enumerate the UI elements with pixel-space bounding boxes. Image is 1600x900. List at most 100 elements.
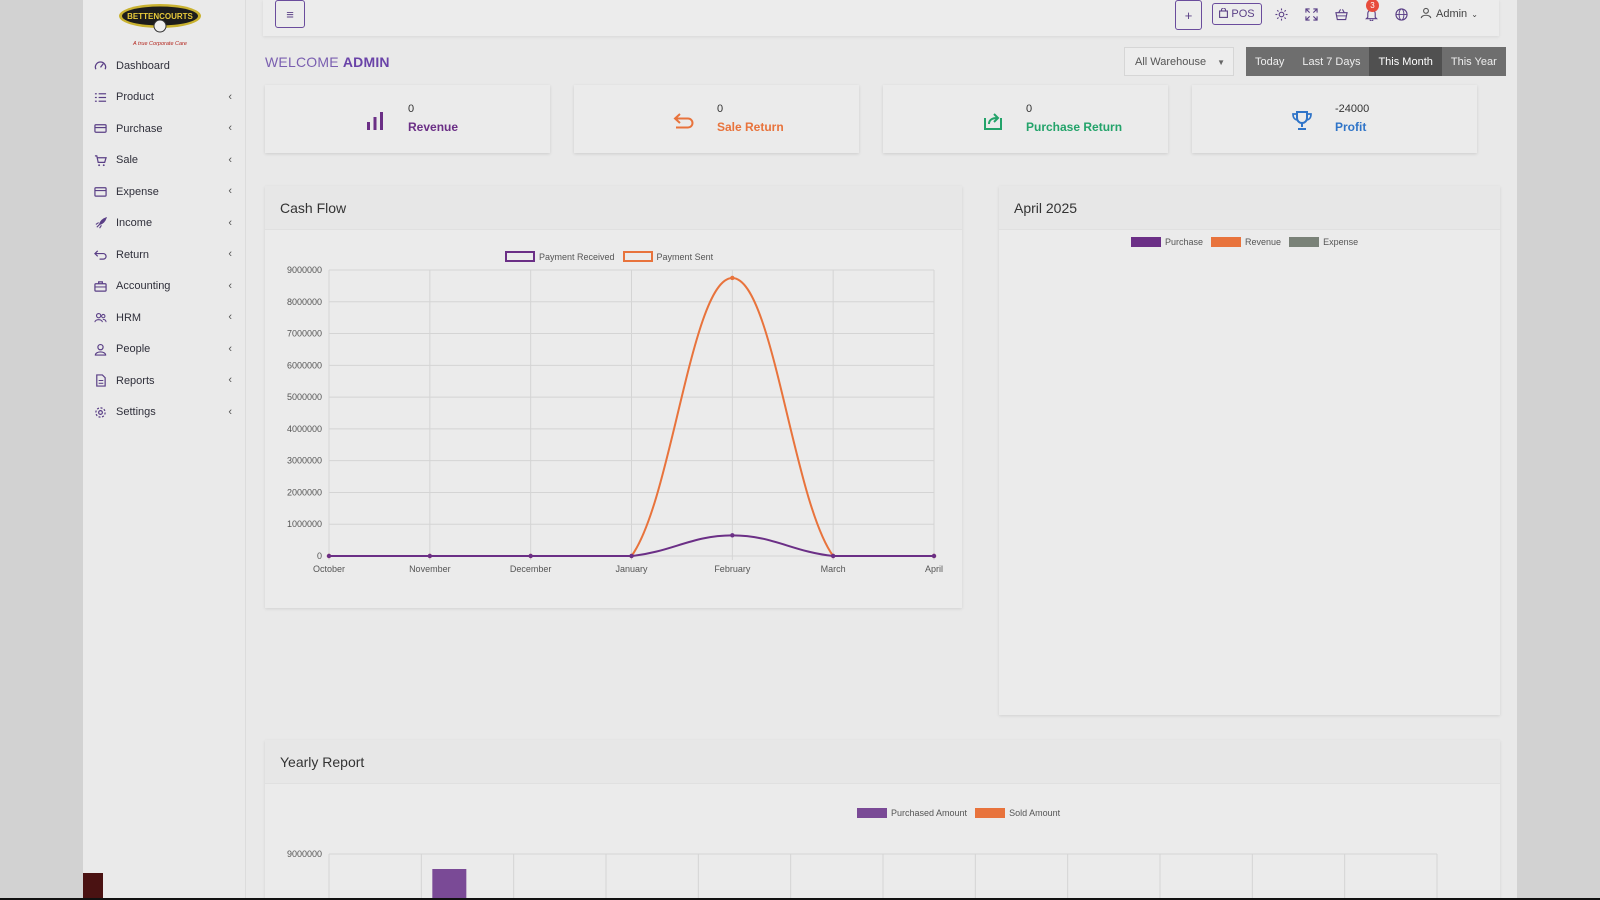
sidebar-item-settings[interactable]: Settings ‹: [83, 397, 246, 429]
data-point-payment-sent: [730, 275, 735, 281]
pos-button[interactable]: POS: [1212, 3, 1262, 25]
add-button[interactable]: +: [1175, 0, 1202, 30]
sidebar-item-label: Reports: [116, 374, 155, 387]
chevron-left-icon: ‹: [228, 342, 232, 355]
sidebar-item-hrm[interactable]: HRM ‹: [83, 302, 246, 334]
yearly-report-panel: Yearly Report Purchased Amount Sold Amou…: [265, 740, 1500, 898]
floating-widget[interactable]: [83, 873, 103, 898]
legend-swatch-purchase[interactable]: [1131, 237, 1161, 247]
sidebar-item-label: Accounting: [116, 280, 171, 293]
logo-tagline: A true Corporate Care: [132, 41, 187, 47]
undo-arrow-icon: [672, 109, 696, 133]
list-icon: [93, 90, 107, 104]
stat-card-profit[interactable]: -24000 Profit: [1192, 85, 1477, 153]
welcome-prefix: WELCOME: [265, 54, 339, 70]
welcome-user: ADMIN: [342, 54, 390, 70]
sidebar-item-return[interactable]: Return ‹: [83, 239, 246, 271]
sidebar-item-income[interactable]: Income ‹: [83, 208, 246, 240]
redo-box-icon: [981, 109, 1005, 133]
range-last-7-days-button[interactable]: Last 7 Days: [1293, 47, 1370, 76]
sidebar-item-purchase[interactable]: Purchase ‹: [83, 113, 246, 145]
gear-icon: [93, 405, 107, 419]
sidebar-item-label: Expense: [116, 185, 159, 198]
briefcase-icon: [93, 279, 107, 293]
chevron-left-icon: ‹: [228, 153, 232, 166]
sidebar-item-label: Settings: [116, 406, 156, 419]
brand-logo[interactable]: BETTENCOURTS A true Corporate Care: [115, 0, 205, 48]
sidebar-item-product[interactable]: Product ‹: [83, 82, 246, 114]
data-point-payment-received: [326, 553, 332, 559]
y-tick-label: 1000000: [287, 519, 322, 529]
x-tick-label: February: [714, 564, 751, 574]
warehouse-value: All Warehouse: [1135, 55, 1207, 68]
data-point-payment-received: [931, 553, 937, 559]
gauge-icon: [93, 59, 107, 73]
stat-label: Profit: [1335, 120, 1367, 134]
y-tick-label: 9000000: [287, 849, 322, 859]
cash-flow-panel: Cash Flow Payment Received Payment Sent …: [265, 186, 962, 608]
card-icon: [93, 122, 107, 136]
basket-icon[interactable]: [1332, 5, 1350, 23]
range-this-year-button[interactable]: This Year: [1441, 47, 1506, 76]
stat-label: Purchase Return: [1026, 120, 1123, 134]
trophy-icon: [1290, 109, 1314, 133]
wallet-icon: [93, 185, 107, 199]
app-frame: BETTENCOURTS A true Corporate Care Dashb…: [83, 0, 1517, 898]
sidebar-item-dashboard[interactable]: Dashboard: [83, 50, 246, 82]
panel-title: April 2025: [999, 186, 1500, 230]
data-point-payment-received: [528, 553, 533, 559]
return-icon: [93, 248, 107, 262]
sidebar-item-expense[interactable]: Expense ‹: [83, 176, 246, 208]
x-tick-label: March: [821, 564, 846, 574]
stat-value: 0: [1026, 103, 1033, 115]
user-menu[interactable]: Admin ⌄: [1420, 5, 1478, 23]
sidebar: BETTENCOURTS A true Corporate Care Dashb…: [83, 0, 246, 898]
stat-card-sale-return[interactable]: 0 Sale Return: [574, 85, 859, 153]
y-tick-label: 4000000: [287, 424, 322, 434]
data-point-payment-received: [830, 553, 836, 559]
stat-value: 0: [408, 103, 415, 115]
data-point-payment-received: [427, 553, 433, 559]
range-this-month-button[interactable]: This Month: [1369, 47, 1442, 76]
warehouse-select[interactable]: All Warehouse ▼: [1124, 47, 1234, 76]
x-tick-label: January: [615, 564, 648, 574]
sidebar-item-accounting[interactable]: Accounting ‹: [83, 271, 246, 303]
caret-down-icon: ▼: [1217, 58, 1225, 67]
chevron-left-icon: ‹: [228, 90, 232, 103]
range-today-button[interactable]: Today: [1246, 47, 1294, 76]
rocket-icon: [93, 216, 107, 230]
y-tick-label: 8000000: [287, 297, 322, 307]
sidebar-item-label: Income: [116, 217, 153, 230]
fullscreen-icon[interactable]: [1302, 5, 1320, 23]
x-tick-label: November: [409, 564, 451, 574]
date-range-group: Today Last 7 Days This Month This Year: [1246, 47, 1506, 76]
sidebar-item-label: Purchase: [116, 122, 163, 135]
sidebar-item-label: Dashboard: [116, 59, 170, 72]
menu-toggle-button[interactable]: ≡: [275, 0, 305, 28]
stat-card-revenue[interactable]: 0 Revenue: [265, 85, 550, 153]
sidebar-item-sale[interactable]: Sale ‹: [83, 145, 246, 177]
stat-label: Revenue: [408, 120, 459, 134]
user-icon: [1420, 7, 1432, 22]
sun-icon[interactable]: [1272, 5, 1290, 23]
sidebar-item-reports[interactable]: Reports ‹: [83, 365, 246, 397]
top-bar: ≡ + POS 3 Admin ⌄: [263, 0, 1499, 36]
stat-label: Sale Return: [717, 120, 784, 134]
cash-flow-chart: 0 1000000 2000000 3000000 4000000 5000000 6000…: [287, 265, 943, 574]
month-summary-legend: Purchase Revenue Expense: [1131, 237, 1366, 247]
sidebar-item-people[interactable]: People ‹: [83, 334, 246, 366]
y-tick-label: 6000000: [287, 360, 322, 370]
chevron-left-icon: ‹: [228, 405, 232, 418]
sidebar-item-label: Product: [116, 91, 154, 104]
stat-card-purchase-return[interactable]: 0 Purchase Return: [883, 85, 1168, 153]
legend-label: Revenue: [1245, 237, 1282, 247]
legend-swatch-expense[interactable]: [1289, 237, 1320, 247]
legend-label: Purchase: [1165, 237, 1204, 247]
legend-swatch-revenue[interactable]: [1211, 237, 1242, 247]
globe-icon[interactable]: [1392, 5, 1410, 23]
panel-title: Yearly Report: [265, 740, 1500, 784]
chevron-left-icon: ‹: [228, 216, 232, 229]
month-summary-panel: April 2025 Purchase Revenue Expense: [999, 186, 1500, 715]
data-point-payment-received: [629, 553, 634, 559]
chevron-left-icon: ‹: [228, 311, 232, 323]
